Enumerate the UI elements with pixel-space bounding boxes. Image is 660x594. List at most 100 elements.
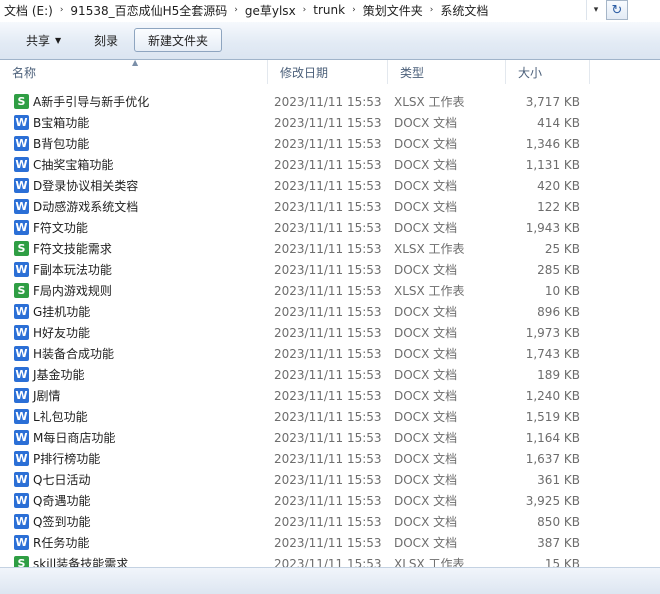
- file-name: A新手引导与新手优化: [33, 95, 150, 109]
- breadcrumb-item[interactable]: 策划文件夹: [359, 2, 427, 19]
- spreadsheet-file-icon: S: [14, 94, 29, 109]
- file-date: 2023/11/11 15:53: [274, 325, 382, 340]
- file-row[interactable]: W J剧情 2023/11/11 15:53 DOCX 文档 1,240 KB: [0, 385, 660, 406]
- file-name-cell: W P排行榜功能: [14, 448, 264, 469]
- file-row[interactable]: W B背包功能 2023/11/11 15:53 DOCX 文档 1,346 KB: [0, 133, 660, 154]
- file-row[interactable]: W F副本玩法功能 2023/11/11 15:53 DOCX 文档 285 KB: [0, 259, 660, 280]
- status-bar: [0, 567, 660, 594]
- file-row[interactable]: W H装备合成功能 2023/11/11 15:53 DOCX 文档 1,743 KB: [0, 343, 660, 364]
- refresh-button[interactable]: ↻: [606, 0, 628, 20]
- burn-button[interactable]: 刻录: [84, 28, 128, 52]
- file-date: 2023/11/11 15:53: [274, 136, 382, 151]
- file-date: 2023/11/11 15:53: [274, 241, 382, 256]
- breadcrumb-item[interactable]: trunk: [309, 3, 349, 17]
- file-type: DOCX 文档: [394, 116, 458, 130]
- word-document-icon: W: [14, 514, 29, 529]
- file-type: DOCX 文档: [394, 410, 458, 424]
- file-size: 15 KB: [544, 556, 580, 568]
- file-name: F符文功能: [33, 221, 88, 235]
- file-date: 2023/11/11 15:53: [274, 493, 382, 508]
- file-list: S A新手引导与新手优化 2023/11/11 15:53 XLSX 工作表 3,717…: [0, 91, 660, 567]
- file-name-cell: W B背包功能: [14, 133, 264, 154]
- file-date: 2023/11/11 15:53: [274, 472, 382, 487]
- column-size[interactable]: 大小: [506, 60, 590, 84]
- address-dropdown-icon[interactable]: ▾: [586, 0, 605, 20]
- file-row[interactable]: W P排行榜功能 2023/11/11 15:53 DOCX 文档 1,637 KB: [0, 448, 660, 469]
- file-name: F局内游戏规则: [33, 284, 112, 298]
- file-name: J基金功能: [33, 368, 85, 382]
- file-name: B背包功能: [33, 137, 90, 151]
- file-size: 285 KB: [537, 262, 580, 277]
- file-row[interactable]: W B宝箱功能 2023/11/11 15:53 DOCX 文档 414 KB: [0, 112, 660, 133]
- file-row[interactable]: W Q七日活动 2023/11/11 15:53 DOCX 文档 361 KB: [0, 469, 660, 490]
- breadcrumb-separator-icon[interactable]: ›: [231, 5, 241, 15]
- column-date[interactable]: 修改日期: [268, 60, 388, 84]
- file-row[interactable]: W H好友功能 2023/11/11 15:53 DOCX 文档 1,973 KB: [0, 322, 660, 343]
- file-size: 189 KB: [537, 367, 580, 382]
- file-date: 2023/11/11 15:53: [274, 514, 382, 529]
- file-date: 2023/11/11 15:53: [274, 388, 382, 403]
- file-size: 1,240 KB: [525, 388, 580, 403]
- file-type: DOCX 文档: [394, 494, 458, 508]
- word-document-icon: W: [14, 220, 29, 235]
- file-row[interactable]: W Q签到功能 2023/11/11 15:53 DOCX 文档 850 KB: [0, 511, 660, 532]
- file-row[interactable]: W D登录协议相关类容 2023/11/11 15:53 DOCX 文档 420 KB: [0, 175, 660, 196]
- command-toolbar: 共享 ▼ 刻录 新建文件夹: [0, 22, 660, 60]
- share-button[interactable]: 共享 ▼: [16, 28, 71, 52]
- breadcrumb-item[interactable]: ge草ylsx: [241, 2, 300, 19]
- file-row[interactable]: W F符文功能 2023/11/11 15:53 DOCX 文档 1,943 KB: [0, 217, 660, 238]
- word-document-icon: W: [14, 178, 29, 193]
- word-document-icon: W: [14, 325, 29, 340]
- file-size: 896 KB: [537, 304, 580, 319]
- file-name-cell: W R任务功能: [14, 532, 264, 553]
- word-document-icon: W: [14, 136, 29, 151]
- file-name-cell: W Q七日活动: [14, 469, 264, 490]
- breadcrumb-separator-icon[interactable]: ›: [57, 5, 67, 15]
- file-date: 2023/11/11 15:53: [274, 304, 382, 319]
- file-row[interactable]: W M每日商店功能 2023/11/11 15:53 DOCX 文档 1,164 KB: [0, 427, 660, 448]
- file-row[interactable]: Sskill装备技能需求 2023/11/11 15:53 XLSX 工作表 15 K…: [0, 553, 660, 567]
- file-size: 420 KB: [537, 178, 580, 193]
- column-type[interactable]: 类型: [388, 60, 506, 84]
- share-label: 共享: [26, 33, 51, 48]
- word-document-icon: W: [14, 346, 29, 361]
- breadcrumb-separator-icon[interactable]: ›: [300, 5, 310, 15]
- breadcrumb-item[interactable]: 文档 (E:): [0, 2, 57, 19]
- file-name-cell: W B宝箱功能: [14, 112, 264, 133]
- file-type: DOCX 文档: [394, 137, 458, 151]
- breadcrumb[interactable]: 文档 (E:) › 91538_百恋成仙H5全套源码 › ge草ylsx › trunk › 策…: [0, 0, 600, 20]
- file-row[interactable]: W Q奇遇功能 2023/11/11 15:53 DOCX 文档 3,925 KB: [0, 490, 660, 511]
- file-row[interactable]: W J基金功能 2023/11/11 15:53 DOCX 文档 189 KB: [0, 364, 660, 385]
- column-type-label: 类型: [400, 65, 425, 80]
- word-document-icon: W: [14, 367, 29, 382]
- breadcrumb-item[interactable]: 91538_百恋成仙H5全套源码: [66, 2, 231, 19]
- file-type: DOCX 文档: [394, 536, 458, 550]
- file-row[interactable]: W R任务功能 2023/11/11 15:53 DOCX 文档 387 KB: [0, 532, 660, 553]
- new-folder-button[interactable]: 新建文件夹: [134, 28, 222, 52]
- file-row[interactable]: W L礼包功能 2023/11/11 15:53 DOCX 文档 1,519 KB: [0, 406, 660, 427]
- address-bar[interactable]: 文档 (E:) › 91538_百恋成仙H5全套源码 › ge草ylsx › trunk › 策…: [0, 0, 660, 23]
- file-row[interactable]: W C抽奖宝箱功能 2023/11/11 15:53 DOCX 文档 1,131 KB: [0, 154, 660, 175]
- file-date: 2023/11/11 15:53: [274, 283, 382, 298]
- file-row[interactable]: W D动感游戏系统文档 2023/11/11 15:53 DOCX 文档 122 KB: [0, 196, 660, 217]
- file-name-cell: W F副本玩法功能: [14, 259, 264, 280]
- file-row[interactable]: S A新手引导与新手优化 2023/11/11 15:53 XLSX 工作表 3,717…: [0, 91, 660, 112]
- file-row[interactable]: S F局内游戏规则 2023/11/11 15:53 XLSX 工作表 10 KB: [0, 280, 660, 301]
- file-type: DOCX 文档: [394, 452, 458, 466]
- file-row[interactable]: S F符文技能需求 2023/11/11 15:53 XLSX 工作表 25 KB: [0, 238, 660, 259]
- column-name[interactable]: 名称: [0, 60, 268, 84]
- breadcrumb-separator-icon[interactable]: ›: [427, 5, 437, 15]
- file-size: 10 KB: [544, 283, 580, 298]
- file-date: 2023/11/11 15:53: [274, 451, 382, 466]
- file-name-cell: W H装备合成功能: [14, 343, 264, 364]
- file-size: 1,743 KB: [525, 346, 580, 361]
- file-name: Q奇遇功能: [33, 494, 91, 508]
- file-name-cell: W D动感游戏系统文档: [14, 196, 264, 217]
- file-date: 2023/11/11 15:53: [274, 346, 382, 361]
- breadcrumb-separator-icon[interactable]: ›: [349, 5, 359, 15]
- file-type: DOCX 文档: [394, 368, 458, 382]
- breadcrumb-item[interactable]: 系统文档: [436, 2, 492, 19]
- file-name: Q签到功能: [33, 515, 91, 529]
- file-row[interactable]: W G挂机功能 2023/11/11 15:53 DOCX 文档 896 KB: [0, 301, 660, 322]
- file-type: DOCX 文档: [394, 200, 458, 214]
